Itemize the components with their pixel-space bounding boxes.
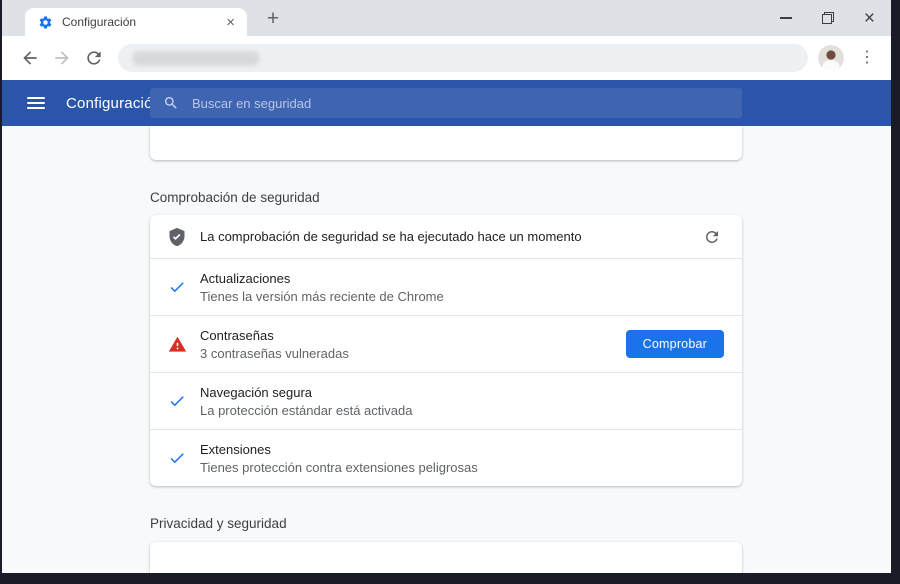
safety-check-status-row: La comprobación de seguridad se ha ejecu… bbox=[150, 215, 742, 258]
row-subtitle: Tienes protección contra extensiones pel… bbox=[200, 459, 478, 475]
privacy-card-partial bbox=[150, 542, 742, 573]
row-title: Actualizaciones bbox=[200, 270, 291, 286]
settings-title: Configuración bbox=[66, 94, 162, 112]
tab-close-icon[interactable]: × bbox=[224, 15, 237, 30]
previous-card-partial bbox=[150, 126, 742, 160]
row-subtitle: 3 contraseñas vulneradas bbox=[200, 345, 349, 361]
rerun-safety-check-button[interactable] bbox=[700, 225, 724, 249]
hamburger-icon bbox=[27, 97, 45, 99]
safety-check-row-updates: Actualizaciones Tienes la versión más re… bbox=[150, 258, 742, 315]
back-button[interactable] bbox=[14, 42, 46, 74]
row-title: Navegación segura bbox=[200, 384, 313, 400]
row-title: Extensiones bbox=[200, 441, 271, 457]
restore-icon bbox=[821, 12, 834, 24]
tab-strip: Configuración × + × bbox=[2, 0, 891, 36]
check-icon bbox=[166, 278, 188, 296]
shield-check-icon bbox=[166, 227, 188, 247]
check-icon bbox=[166, 449, 188, 467]
tab-title: Configuración bbox=[62, 15, 137, 29]
browser-window: Configuración × + × ⋮ Configuración Busc… bbox=[2, 0, 891, 573]
reload-button[interactable] bbox=[78, 42, 110, 74]
address-bar[interactable] bbox=[118, 44, 808, 72]
window-controls: × bbox=[779, 0, 875, 36]
settings-search-box[interactable] bbox=[150, 88, 742, 118]
check-passwords-button[interactable]: Comprobar bbox=[625, 330, 724, 358]
settings-header: Configuración bbox=[2, 80, 891, 126]
check-icon bbox=[166, 392, 188, 410]
search-icon bbox=[165, 97, 177, 109]
forward-button[interactable] bbox=[46, 42, 78, 74]
row-subtitle: Tienes la versión más reciente de Chrome bbox=[200, 288, 444, 304]
back-arrow-icon bbox=[23, 51, 37, 65]
minimize-icon bbox=[779, 17, 792, 19]
window-close-button[interactable]: × bbox=[864, 9, 875, 28]
settings-gear-icon bbox=[39, 16, 52, 28]
reload-icon bbox=[87, 51, 101, 65]
refresh-icon bbox=[706, 230, 718, 243]
blurred-url-text bbox=[132, 50, 260, 66]
avatar-photo bbox=[818, 45, 844, 71]
restore-button[interactable] bbox=[821, 12, 834, 24]
security-check-card: La comprobación de seguridad se ha ejecu… bbox=[150, 215, 742, 486]
warning-triangle-icon bbox=[166, 335, 188, 354]
section-heading-security-check: Comprobación de seguridad bbox=[150, 190, 320, 205]
settings-search-input[interactable] bbox=[192, 95, 729, 111]
safety-check-row-safe-browsing: Navegación segura La protección estándar… bbox=[150, 372, 742, 429]
new-tab-button[interactable]: + bbox=[260, 6, 286, 32]
safety-check-row-extensions: Extensiones Tienes protección contra ext… bbox=[150, 429, 742, 486]
row-subtitle: La protección estándar está activada bbox=[200, 402, 413, 418]
minimize-button[interactable] bbox=[779, 17, 792, 19]
tab-configuracion[interactable]: Configuración × bbox=[25, 8, 247, 36]
menu-hamburger-button[interactable] bbox=[27, 97, 45, 109]
section-heading-privacy: Privacidad y seguridad bbox=[150, 516, 287, 531]
forward-arrow-icon bbox=[55, 51, 69, 65]
safety-check-row-passwords: Contraseñas 3 contraseñas vulneradas Com… bbox=[150, 315, 742, 372]
safety-check-status-text: La comprobación de seguridad se ha ejecu… bbox=[200, 229, 582, 244]
settings-content: Comprobación de seguridad La comprobació… bbox=[2, 126, 891, 573]
profile-avatar[interactable] bbox=[818, 45, 844, 71]
browser-toolbar: ⋮ bbox=[2, 36, 891, 80]
row-title: Contraseñas bbox=[200, 327, 274, 343]
browser-menu-button[interactable]: ⋮ bbox=[859, 50, 875, 66]
